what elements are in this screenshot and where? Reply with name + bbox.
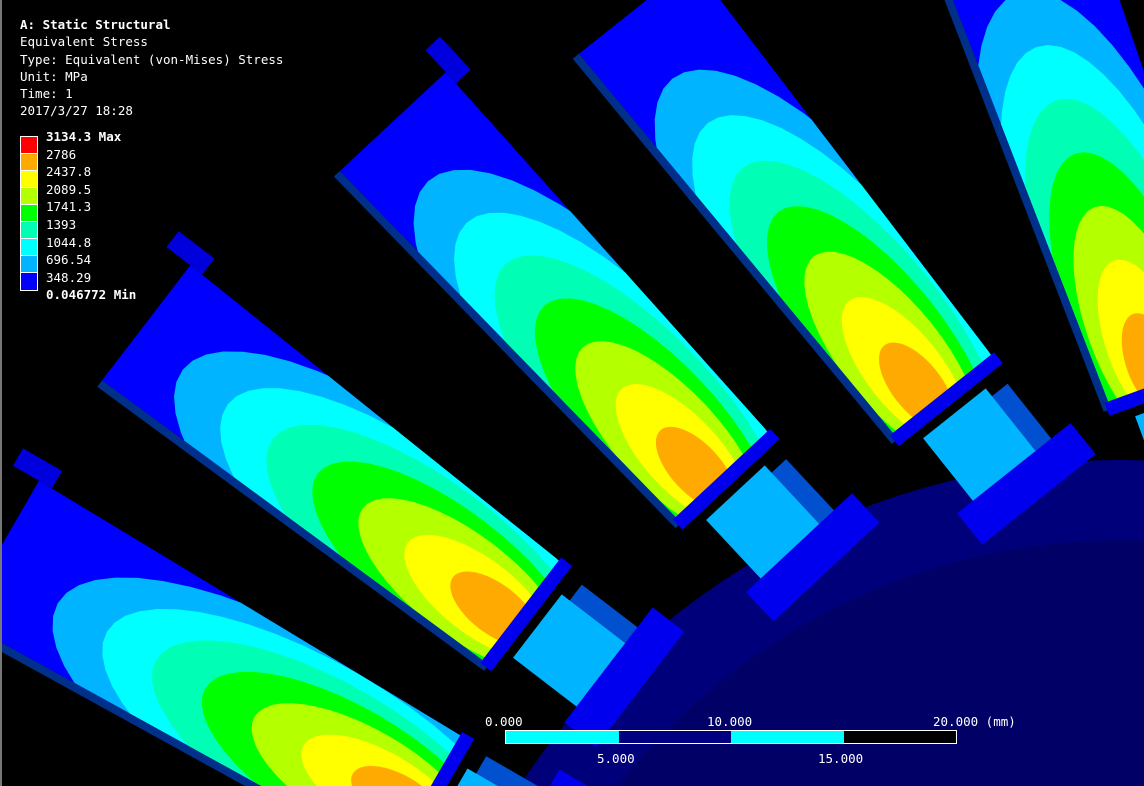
- result-time: Time: 1: [20, 86, 73, 102]
- legend-label: 3134.3 Max: [46, 129, 122, 144]
- legend-label: 1393: [46, 217, 77, 232]
- scale-label-5: 5.000: [597, 751, 635, 766]
- legend-swatch: [21, 256, 37, 273]
- result-viewport[interactable]: A: Static Structural Equivalent Stress Typ…: [0, 0, 1144, 786]
- legend-label: 2089.5: [46, 181, 92, 197]
- scale-segment: [731, 731, 844, 743]
- legend-label: 2437.8: [46, 164, 92, 180]
- legend-label: 2786: [46, 146, 77, 162]
- analysis-title: A: Static Structural: [20, 17, 171, 32]
- scale-label-15: 15.000: [818, 751, 864, 766]
- legend-label: 1044.8: [46, 234, 92, 250]
- contour-legend[interactable]: 3134.3 Max 2786 2437.8 2089.5 1741.3 1393 1044…: [20, 129, 170, 306]
- scale-segment: [843, 731, 956, 743]
- legend-swatch: [21, 171, 37, 188]
- legend-swatch: [21, 205, 37, 222]
- scale-segment: [506, 731, 619, 743]
- scale-segment: [618, 731, 731, 743]
- result-type: Type: Equivalent (von-Mises) Stress: [20, 51, 284, 67]
- legend-swatch: [21, 188, 37, 205]
- blade-tip-shroud: [13, 448, 62, 489]
- legend-label: 348.29: [46, 269, 92, 285]
- legend-swatch: [21, 273, 37, 290]
- scale-bar: [505, 730, 957, 744]
- legend-label: 0.046772 Min: [46, 287, 137, 303]
- result-info: A: Static Structural Equivalent Stress Typ…: [20, 16, 283, 120]
- blade-root: [1135, 413, 1144, 441]
- legend-swatch: [21, 239, 37, 256]
- legend-swatch: [21, 222, 37, 239]
- scale-label-20: 20.000 (mm): [933, 714, 1016, 729]
- legend-label: 696.54: [46, 252, 92, 268]
- result-date: 2017/3/27 18:28: [20, 103, 133, 119]
- legend-label: 1741.3: [46, 199, 92, 215]
- result-unit: Unit: MPa: [20, 68, 88, 84]
- legend-swatch: [21, 137, 37, 154]
- legend-swatch: [21, 154, 37, 171]
- result-name: Equivalent Stress: [20, 34, 148, 50]
- legend-color-bar: [20, 136, 38, 291]
- scale-label-10: 10.000: [707, 714, 753, 729]
- scale-label-0: 0.000: [485, 714, 523, 729]
